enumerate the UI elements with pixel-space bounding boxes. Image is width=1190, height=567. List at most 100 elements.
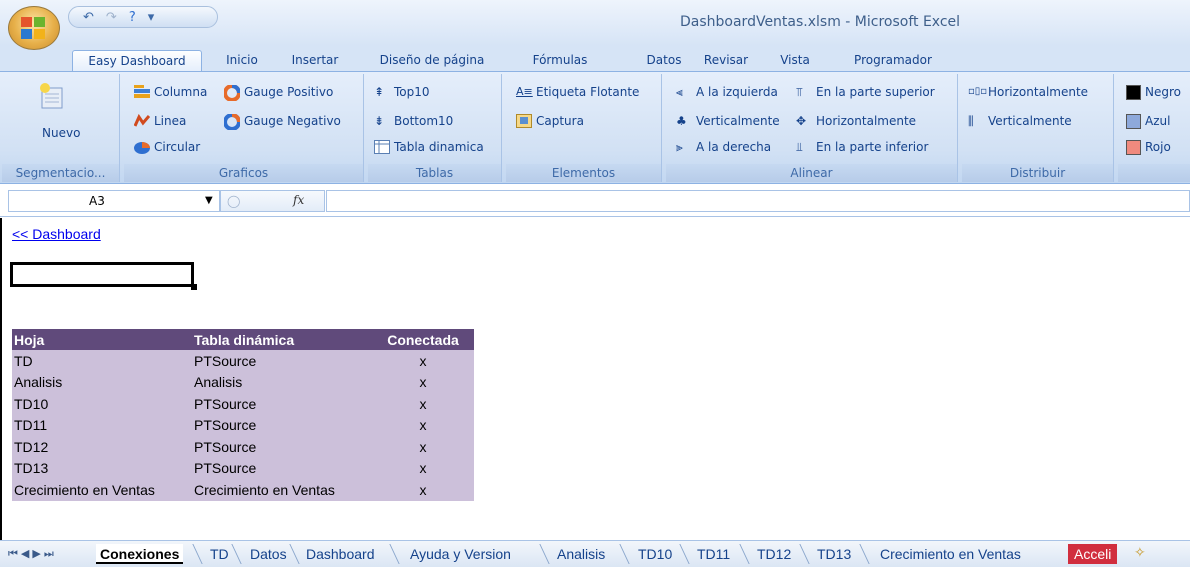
sheet-tab-analisis[interactable]: Analisis bbox=[557, 544, 605, 564]
sheet-tab-conexiones[interactable]: Conexiones bbox=[96, 544, 184, 564]
last-sheet-icon[interactable]: ⏭ bbox=[44, 547, 57, 560]
help-icon[interactable]: ? bbox=[129, 10, 136, 25]
insert-function-icon[interactable]: fx bbox=[293, 193, 304, 207]
gauge-negativo-button[interactable]: Gauge Negativo bbox=[223, 111, 341, 131]
formula-bar: A3 ▼ ◯ fx bbox=[0, 185, 1190, 217]
cell[interactable]: TD bbox=[12, 350, 192, 372]
gauge-positivo-button[interactable]: Gauge Positivo bbox=[223, 82, 333, 102]
cell[interactable]: Crecimiento en Ventas bbox=[192, 479, 372, 501]
sheet-tab-td13[interactable]: TD13 bbox=[817, 544, 851, 564]
cell[interactable]: PTSource bbox=[192, 436, 372, 458]
distribute-vertical-icon: ⫼ bbox=[968, 114, 974, 128]
nuevo-button[interactable]: Nuevo bbox=[42, 126, 80, 140]
line-chart-icon bbox=[133, 113, 151, 128]
tab-datos[interactable]: Datos bbox=[634, 50, 694, 72]
tab-revisar[interactable]: Revisar bbox=[694, 50, 758, 72]
pie-chart-icon bbox=[134, 140, 150, 154]
cell[interactable]: Analisis bbox=[12, 371, 192, 393]
ribbon-tabs: Easy Dashboard Inicio Insertar Diseño de… bbox=[0, 46, 1190, 72]
linea-button[interactable]: Linea bbox=[133, 111, 186, 131]
cell[interactable]: Crecimiento en Ventas bbox=[12, 479, 192, 501]
cell[interactable]: TD11 bbox=[12, 414, 192, 436]
cancel-formula-icon[interactable]: ◯ bbox=[227, 194, 240, 208]
color-negro-button[interactable]: Negro bbox=[1126, 82, 1181, 102]
cell[interactable]: PTSource bbox=[192, 414, 372, 436]
sheet-tab-crecimiento[interactable]: Crecimiento en Ventas bbox=[880, 544, 1021, 564]
cell[interactable]: x bbox=[372, 371, 474, 393]
tabla-dinamica-button[interactable]: Tabla dinamica bbox=[374, 137, 484, 157]
sheet-tab-td[interactable]: TD bbox=[210, 544, 229, 564]
align-horizontal-button[interactable]: ✥ Horizontalmente bbox=[796, 111, 916, 131]
tab-separator bbox=[232, 544, 242, 564]
circular-button[interactable]: Circular bbox=[134, 137, 200, 157]
cell[interactable]: x bbox=[372, 393, 474, 415]
cell[interactable]: Analisis bbox=[192, 371, 372, 393]
sheet-tab-dashboard[interactable]: Dashboard bbox=[306, 544, 375, 564]
cell[interactable]: x bbox=[372, 479, 474, 501]
ribbon: Nuevo Segmentacio... Columna Linea Circu… bbox=[0, 71, 1190, 184]
table-row: TD PTSource x bbox=[12, 350, 474, 372]
cell[interactable]: x bbox=[372, 436, 474, 458]
sheet-tab-acceli[interactable]: Acceli bbox=[1068, 544, 1118, 564]
cell[interactable]: x bbox=[372, 457, 474, 479]
connections-table: Hoja Tabla dinámica Conectada TD PTSourc… bbox=[12, 329, 474, 501]
office-button[interactable] bbox=[8, 6, 60, 50]
group-label-alinear: Alinear bbox=[666, 164, 957, 182]
insert-sheet-icon[interactable]: ✧ bbox=[1134, 545, 1146, 561]
color-azul-button[interactable]: Azul bbox=[1126, 111, 1170, 131]
group-elementos: A≡ Etiqueta Flotante Captura Elementos bbox=[506, 74, 662, 182]
tab-formulas[interactable]: Fórmulas bbox=[520, 50, 600, 72]
customize-qat-icon[interactable]: ▾ bbox=[148, 10, 155, 25]
align-left-button[interactable]: ⫷ A la izquierda bbox=[676, 82, 778, 102]
sheet-tab-td11[interactable]: TD11 bbox=[697, 544, 730, 564]
cell[interactable]: PTSource bbox=[192, 350, 372, 372]
top10-button[interactable]: ⇞ Top10 bbox=[374, 82, 430, 102]
header-tabla-dinamica: Tabla dinámica bbox=[192, 329, 372, 350]
selected-cell-a3[interactable] bbox=[10, 262, 197, 290]
align-horizontal-icon: ✥ bbox=[796, 114, 807, 128]
captura-button[interactable]: Captura bbox=[516, 111, 584, 131]
bottom10-button[interactable]: ⇟ Bottom10 bbox=[374, 111, 453, 131]
align-bottom-button[interactable]: ⫫ En la parte inferior bbox=[796, 137, 928, 157]
cell[interactable]: PTSource bbox=[192, 393, 372, 415]
formula-input[interactable] bbox=[326, 190, 1190, 212]
dashboard-link[interactable]: << Dashboard bbox=[12, 226, 101, 242]
name-box[interactable]: A3 ▼ bbox=[8, 190, 220, 212]
prev-sheet-icon[interactable]: ◀ bbox=[21, 547, 32, 560]
first-sheet-icon[interactable]: ⏮ bbox=[8, 547, 21, 560]
worksheet: << Dashboard Hoja Tabla dinámica Conecta… bbox=[0, 218, 1190, 540]
black-swatch-icon bbox=[1126, 84, 1141, 100]
cell[interactable]: PTSource bbox=[192, 457, 372, 479]
cell[interactable]: x bbox=[372, 414, 474, 436]
sheet-tab-ayuda[interactable]: Ayuda y Version bbox=[410, 544, 511, 564]
tab-insertar[interactable]: Insertar bbox=[280, 50, 350, 72]
tab-inicio[interactable]: Inicio bbox=[212, 50, 272, 72]
color-rojo-button[interactable]: Rojo bbox=[1126, 137, 1171, 157]
cell[interactable]: TD10 bbox=[12, 393, 192, 415]
sheet-tab-td10[interactable]: TD10 bbox=[638, 544, 672, 564]
name-box-dropdown-icon[interactable]: ▼ bbox=[205, 191, 213, 211]
distribute-vertical-button[interactable]: ⫼ Verticalmente bbox=[968, 111, 1072, 131]
table-row: TD12 PTSource x bbox=[12, 436, 474, 458]
align-right-button[interactable]: ⫸ A la derecha bbox=[676, 137, 771, 157]
cell[interactable]: TD13 bbox=[12, 457, 192, 479]
align-top-button[interactable]: ⫪ En la parte superior bbox=[796, 82, 935, 102]
cell[interactable]: x bbox=[372, 350, 474, 372]
sheet-tab-td12[interactable]: TD12 bbox=[757, 544, 791, 564]
new-slicer-icon[interactable] bbox=[38, 82, 64, 110]
sheet-tab-datos[interactable]: Datos bbox=[250, 544, 287, 564]
tab-diseno-pagina[interactable]: Diseño de página bbox=[372, 50, 492, 72]
tab-programador[interactable]: Programador bbox=[838, 50, 948, 72]
undo-icon[interactable]: ↶ bbox=[83, 10, 94, 25]
cell[interactable]: TD12 bbox=[12, 436, 192, 458]
distribute-horizontal-button[interactable]: ▫▯▫ Horizontalmente bbox=[968, 82, 1088, 102]
tab-easy-dashboard[interactable]: Easy Dashboard bbox=[72, 50, 202, 72]
align-vertical-button[interactable]: ♣ Verticalmente bbox=[676, 111, 780, 131]
next-sheet-icon[interactable]: ▶ bbox=[32, 547, 43, 560]
etiqueta-flotante-button[interactable]: A≡ Etiqueta Flotante bbox=[516, 82, 639, 102]
redo-icon[interactable]: ↷ bbox=[106, 10, 117, 25]
align-bottom-icon: ⫫ bbox=[796, 140, 803, 154]
tab-separator bbox=[193, 544, 203, 564]
columna-button[interactable]: Columna bbox=[134, 82, 207, 102]
tab-vista[interactable]: Vista bbox=[770, 50, 820, 72]
